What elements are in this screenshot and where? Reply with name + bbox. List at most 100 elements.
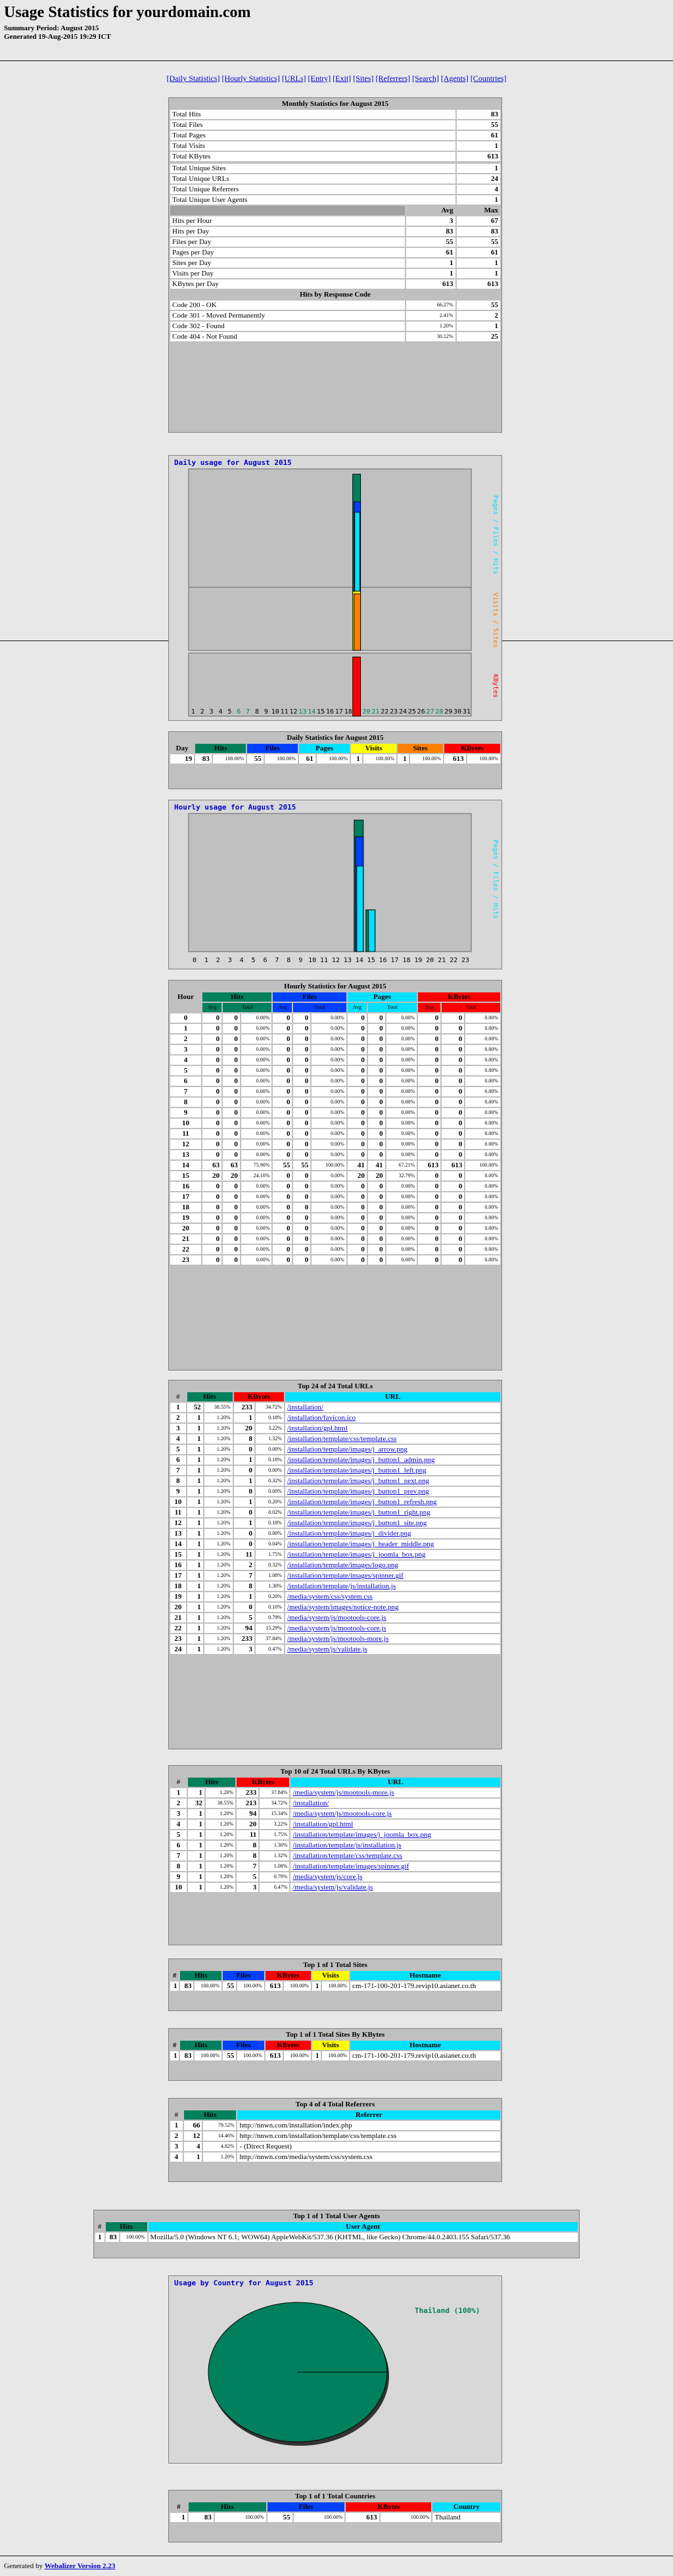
url-link[interactable]: /installation/template/images/j_button1_…	[287, 1467, 427, 1474]
table-cell[interactable]: /installation/template/images/logo.png	[285, 1561, 500, 1570]
table-cell[interactable]: /installation/template/images/j_button1_…	[285, 1508, 500, 1517]
url-link[interactable]: /media/system/js/mootools-more.js	[292, 1789, 394, 1797]
table-cell[interactable]: /media/system/js/mootools-core.js	[290, 1809, 500, 1818]
table-cell[interactable]: /media/system/css/system.css	[285, 1592, 500, 1601]
table-cell: 0	[293, 1192, 311, 1202]
url-link[interactable]: /media/system/css/system.css	[287, 1593, 373, 1601]
table-cell[interactable]: /installation/template/images/j_divider.…	[285, 1529, 500, 1538]
nav-link-4[interactable]: [Exit]	[333, 74, 351, 83]
table-cell: 0	[418, 1234, 441, 1244]
nav-link-0[interactable]: [Daily Statistics]	[167, 74, 220, 83]
nav-link-8[interactable]: [Agents]	[441, 74, 469, 83]
url-link[interactable]: /installation/template/images/j_button1_…	[287, 1477, 429, 1485]
table-cell: 0	[347, 1224, 367, 1233]
table-cell: 55	[223, 2051, 237, 2060]
url-link[interactable]: /installation/template/images/j_divider.…	[287, 1530, 411, 1538]
table-cell[interactable]: /installation/gpl.html	[285, 1424, 500, 1433]
table-cell: 0	[293, 1066, 311, 1075]
table-cell[interactable]: /media/system/js/core.js	[290, 1872, 500, 1882]
url-link[interactable]: /media/system/js/mootools-core.js	[287, 1624, 386, 1632]
url-link[interactable]: /installation/	[292, 1799, 329, 1807]
table-cell[interactable]: /installation/gpl.html	[290, 1820, 500, 1829]
table-cell: 0.00%	[312, 1087, 346, 1096]
url-link[interactable]: /installation/favicon.ico	[287, 1414, 356, 1422]
table-cell[interactable]: /media/system/js/mootools-more.js	[290, 1788, 500, 1797]
url-link[interactable]: /installation/template/images/j_button1_…	[287, 1488, 429, 1495]
url-link[interactable]: /installation/template/images/j_button1_…	[287, 1498, 437, 1506]
table-row: 10 1 1.20% 3 0.47%/media/system/js/validate.…	[170, 1883, 500, 1892]
nav-link-6[interactable]: [Referrers]	[376, 74, 411, 83]
table-cell: 0	[293, 1234, 311, 1244]
url-link[interactable]: /media/system/images/notice-note.png	[287, 1603, 399, 1611]
url-link[interactable]: /installation/template/images/j_joomla_b…	[287, 1551, 426, 1559]
table-cell[interactable]: /media/system/js/mootools-core.js	[285, 1613, 500, 1622]
table-cell[interactable]: /installation/template/css/template.css	[285, 1434, 500, 1444]
table-cell[interactable]: /installation/template/images/j_header_m…	[285, 1540, 500, 1549]
url-link[interactable]: /installation/template/images/j_joomla_b…	[292, 1831, 431, 1839]
table-cell: 0.00%	[241, 1056, 272, 1065]
url-link[interactable]: /installation/template/images/j_button1_…	[287, 1456, 435, 1464]
table-cell: 0.00%	[465, 1182, 500, 1191]
table-cell[interactable]: /installation/template/images/spinner.gi…	[285, 1571, 500, 1580]
table-cell[interactable]: /installation/template/images/j_joomla_b…	[290, 1830, 500, 1839]
nav-link-2[interactable]: [URLs]	[282, 74, 306, 83]
url-link[interactable]: /installation/gpl.html	[292, 1820, 353, 1828]
url-link[interactable]: /installation/template/css/template.css	[287, 1435, 397, 1443]
table-cell: 0	[202, 1234, 222, 1244]
nav-link-1[interactable]: [Hourly Statistics]	[222, 74, 280, 83]
table-cell[interactable]: /installation/template/js/installation.j…	[290, 1841, 500, 1850]
url-link[interactable]: /installation/template/js/installation.j…	[287, 1582, 396, 1590]
table-cell: Hits per Day	[170, 227, 406, 236]
table-cell[interactable]: /installation/favicon.ico	[285, 1413, 500, 1422]
table-cell[interactable]: /installation/template/images/j_button1_…	[285, 1519, 500, 1528]
table-cell[interactable]: /media/system/js/validate.js	[290, 1883, 500, 1892]
url-link[interactable]: /installation/template/js/installation.j…	[292, 1841, 401, 1849]
url-link[interactable]: /installation/template/images/j_button1_…	[287, 1519, 427, 1527]
url-link[interactable]: /media/system/js/mootools-core.js	[292, 1810, 392, 1818]
table-cell[interactable]: /installation/template/images/j_button1_…	[285, 1476, 500, 1486]
table-cell[interactable]: /installation/template/images/spinner.gi…	[290, 1862, 500, 1871]
table-cell: 0.00%	[241, 1013, 272, 1023]
url-link[interactable]: /media/system/js/validate.js	[287, 1645, 367, 1653]
table-cell[interactable]: /installation/template/js/installation.j…	[285, 1582, 500, 1591]
table-cell[interactable]: /installation/template/images/j_button1_…	[285, 1466, 500, 1475]
table-cell[interactable]: /installation/template/images/j_button1_…	[285, 1487, 500, 1496]
table-cell[interactable]: /installation/	[285, 1403, 500, 1412]
table-cell[interactable]: /installation/template/images/j_button1_…	[285, 1497, 500, 1507]
table-cell[interactable]: /installation/template/images/j_button1_…	[285, 1455, 500, 1465]
table-cell[interactable]: /media/system/js/mootools-core.js	[285, 1624, 500, 1633]
url-link[interactable]: /installation/template/images/spinner.gi…	[287, 1572, 404, 1580]
table-row: 9 0 0 0.00% 0 0 0.00% 0 0 0.00% 0 0 0.00%	[170, 1108, 500, 1117]
table-row: 3 1 1.20% 20 3.22%/installation/gpl.html	[170, 1424, 500, 1433]
table-cell: 15.34%	[260, 1809, 290, 1818]
webalizer-link[interactable]: Webalizer Version 2.23	[45, 2562, 116, 2570]
url-link[interactable]: /media/system/js/validate.js	[292, 1883, 373, 1891]
table-cell[interactable]: /media/system/js/mootools-more.js	[285, 1634, 500, 1643]
url-link[interactable]: /installation/template/images/logo.png	[287, 1561, 398, 1569]
nav-link-7[interactable]: [Search]	[412, 74, 439, 83]
url-link[interactable]: /media/system/js/mootools-core.js	[287, 1614, 386, 1622]
nav-link-3[interactable]: [Entry]	[308, 74, 331, 83]
url-link[interactable]: /installation/gpl.html	[287, 1424, 348, 1432]
url-link[interactable]: /media/system/js/core.js	[292, 1873, 362, 1881]
url-link[interactable]: /installation/template/images/j_arrow.pn…	[287, 1446, 407, 1453]
table-cell[interactable]: /media/system/js/validate.js	[285, 1645, 500, 1654]
url-link[interactable]: /installation/template/images/j_button1_…	[287, 1509, 430, 1517]
table-cell[interactable]: /installation/template/images/j_joomla_b…	[285, 1550, 500, 1559]
table-cell[interactable]: /installation/	[290, 1799, 500, 1808]
url-link[interactable]: /installation/template/css/template.css	[292, 1852, 402, 1860]
url-link[interactable]: /media/system/js/mootools-more.js	[287, 1635, 388, 1643]
table-cell: 1	[187, 1455, 203, 1465]
table-cell: 1	[187, 1561, 203, 1570]
url-link[interactable]: /installation/	[287, 1403, 323, 1411]
table-cell[interactable]: /installation/template/css/template.css	[290, 1851, 500, 1860]
table-cell[interactable]: /installation/template/images/j_arrow.pn…	[285, 1445, 500, 1454]
table-cell: 0	[273, 1203, 292, 1212]
table-cell[interactable]: /media/system/images/notice-note.png	[285, 1603, 500, 1612]
nav-link-5[interactable]: [Sites]	[353, 74, 373, 83]
url-link[interactable]: /installation/template/images/spinner.gi…	[292, 1862, 409, 1870]
table-cell: 0	[418, 1024, 441, 1033]
url-link[interactable]: /installation/template/images/j_header_m…	[287, 1540, 434, 1548]
nav-link-9[interactable]: [Countries]	[471, 74, 507, 83]
table-title: Top 10 of 24 Total URLs By KBytes	[170, 1767, 500, 1776]
